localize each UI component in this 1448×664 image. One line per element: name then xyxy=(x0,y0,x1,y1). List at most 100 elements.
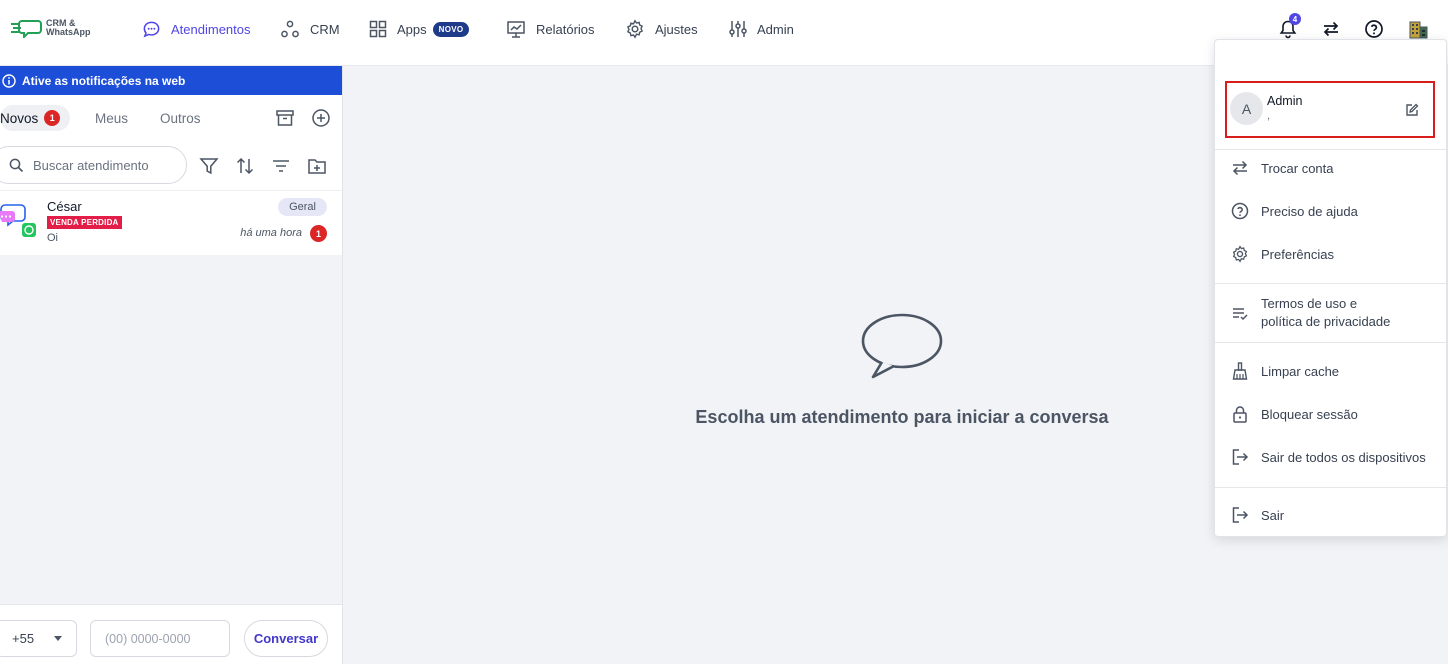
help-icon xyxy=(1231,202,1249,220)
notifications-button[interactable]: 4 xyxy=(1276,13,1301,41)
swap-icon xyxy=(1232,160,1248,176)
gear-icon xyxy=(626,19,644,39)
filter-lines-icon xyxy=(273,160,289,172)
archive-button[interactable] xyxy=(274,107,296,129)
new-folder-button[interactable] xyxy=(306,155,328,177)
profile-name: Admin xyxy=(1267,94,1303,108)
filter-funnel-icon xyxy=(199,158,219,175)
web-notifications-banner[interactable]: Ative as notificações na web xyxy=(0,66,342,95)
contact-avatar xyxy=(0,203,38,239)
menu-item-ajuda[interactable]: Preciso de ajuda xyxy=(1215,193,1446,229)
menu-item-label: Preciso de ajuda xyxy=(1261,203,1358,219)
search-icon xyxy=(9,158,24,172)
conversation-item[interactable]: César VENDA PERDIDA Oi Geral há uma hora… xyxy=(0,191,342,255)
menu-divider xyxy=(1215,487,1446,488)
phone-input[interactable] xyxy=(90,620,230,657)
logout-icon xyxy=(1232,449,1249,465)
menu-item-label: Sair xyxy=(1261,507,1285,523)
chat-avatar-icon xyxy=(0,204,36,237)
logout-icon xyxy=(1232,507,1249,523)
search-input[interactable] xyxy=(33,157,183,173)
tab-label: Novos xyxy=(0,110,39,126)
nav-label: Apps xyxy=(397,21,427,37)
menu-item-sair-todos[interactable]: Sair de todos os dispositivos xyxy=(1215,439,1446,475)
tab-novos[interactable]: Novos 1 xyxy=(0,105,71,131)
menu-item-label-line2: política de privacidade xyxy=(1261,314,1391,329)
conversations-sidebar: Ative as notificações na web Novos 1 Meu… xyxy=(0,66,343,664)
menu-item-label: Sair de todos os dispositivos xyxy=(1261,449,1426,465)
edit-icon[interactable] xyxy=(1405,103,1419,117)
menu-item-label: Trocar conta xyxy=(1261,160,1334,176)
tab-label: Meus xyxy=(95,110,129,126)
swap-arrows-icon xyxy=(1323,21,1339,37)
nav-label: Relatórios xyxy=(536,21,595,37)
sort-arrows-icon xyxy=(236,157,254,175)
menu-item-sair[interactable]: Sair xyxy=(1215,497,1446,533)
new-badge: NOVO xyxy=(432,21,470,37)
switch-account-button[interactable] xyxy=(1319,17,1343,41)
menu-item-label: Bloquear sessão xyxy=(1261,406,1358,422)
nav-label: Atendimentos xyxy=(171,21,251,37)
menu-item-trocar-conta[interactable]: Trocar conta xyxy=(1215,150,1446,186)
conversation-tabs: Novos 1 Meus Outros xyxy=(0,95,342,141)
menu-item-termos[interactable]: Termos de uso e política de privacidade xyxy=(1215,292,1446,334)
tab-count-badge: 1 xyxy=(44,110,61,126)
banner-text: Ative as notificações na web xyxy=(22,73,186,88)
tab-meus[interactable]: Meus xyxy=(95,105,128,131)
building-icon xyxy=(1409,21,1428,39)
chat-bubble-icon xyxy=(143,21,160,38)
queue-badge: Geral xyxy=(278,198,327,216)
tab-label: Outros xyxy=(160,110,201,126)
menu-item-bloquear-sessao[interactable]: Bloquear sessão xyxy=(1215,396,1446,432)
nav-relatorios[interactable]: Relatórios xyxy=(506,18,595,40)
sort-button[interactable] xyxy=(234,155,256,177)
search-field[interactable] xyxy=(0,146,187,184)
user-dropdown-menu: A Admin , Trocar conta Preciso de ajuda … xyxy=(1214,39,1447,537)
new-conversation-button[interactable] xyxy=(310,107,332,129)
advanced-filter-button[interactable] xyxy=(270,155,292,177)
app-logo[interactable]: CRM & WhatsApp xyxy=(10,18,106,38)
start-conversation-button[interactable]: Conversar xyxy=(244,620,328,657)
menu-item-limpar-cache[interactable]: Limpar cache xyxy=(1215,353,1446,389)
menu-item-label-line1: Termos de uso e xyxy=(1261,296,1358,311)
speech-bubble-icon xyxy=(861,313,943,379)
folder-plus-icon xyxy=(308,159,326,174)
info-icon xyxy=(2,73,16,88)
archive-icon xyxy=(276,110,294,126)
notification-count-badge: 4 xyxy=(1289,13,1301,25)
logo-text: CRM & WhatsApp xyxy=(46,18,91,37)
plus-circle-icon xyxy=(312,109,330,127)
nav-label: Admin xyxy=(757,21,794,37)
sliders-icon xyxy=(729,21,747,37)
help-button[interactable] xyxy=(1362,17,1386,41)
lock-icon xyxy=(1233,406,1247,423)
report-chart-icon xyxy=(507,21,525,38)
menu-item-label: Limpar cache xyxy=(1261,363,1340,379)
nav-label: CRM xyxy=(310,21,340,37)
tab-outros[interactable]: Outros xyxy=(160,105,201,131)
menu-divider xyxy=(1215,283,1446,284)
list-check-icon xyxy=(1233,308,1248,321)
country-code-value: +55 xyxy=(12,631,35,646)
nav-admin[interactable]: Admin xyxy=(729,18,794,40)
caret-down-icon xyxy=(54,636,62,641)
filter-button[interactable] xyxy=(198,155,220,177)
unread-count-badge: 1 xyxy=(310,225,327,242)
profile-subtitle: , xyxy=(1267,110,1271,122)
search-toolbar xyxy=(0,141,342,191)
logo-icon xyxy=(11,20,42,38)
nav-crm[interactable]: CRM xyxy=(280,18,340,40)
profile-card[interactable]: A Admin , xyxy=(1225,81,1435,138)
gear-icon xyxy=(1232,245,1248,263)
menu-item-label: Termos de uso e política de privacidade xyxy=(1261,295,1390,331)
menu-item-label: Preferências xyxy=(1261,246,1334,262)
nav-ajustes[interactable]: Ajustes xyxy=(625,18,698,40)
nav-label: Ajustes xyxy=(655,21,698,37)
avatar: A xyxy=(1230,92,1263,125)
nav-atendimentos[interactable]: Atendimentos xyxy=(142,18,251,40)
menu-item-preferencias[interactable]: Preferências xyxy=(1215,236,1446,272)
company-menu-button[interactable] xyxy=(1406,17,1430,41)
country-code-select[interactable]: +55 xyxy=(0,620,77,657)
crm-nodes-icon xyxy=(281,20,299,38)
nav-apps[interactable]: Apps NOVO xyxy=(369,18,470,40)
